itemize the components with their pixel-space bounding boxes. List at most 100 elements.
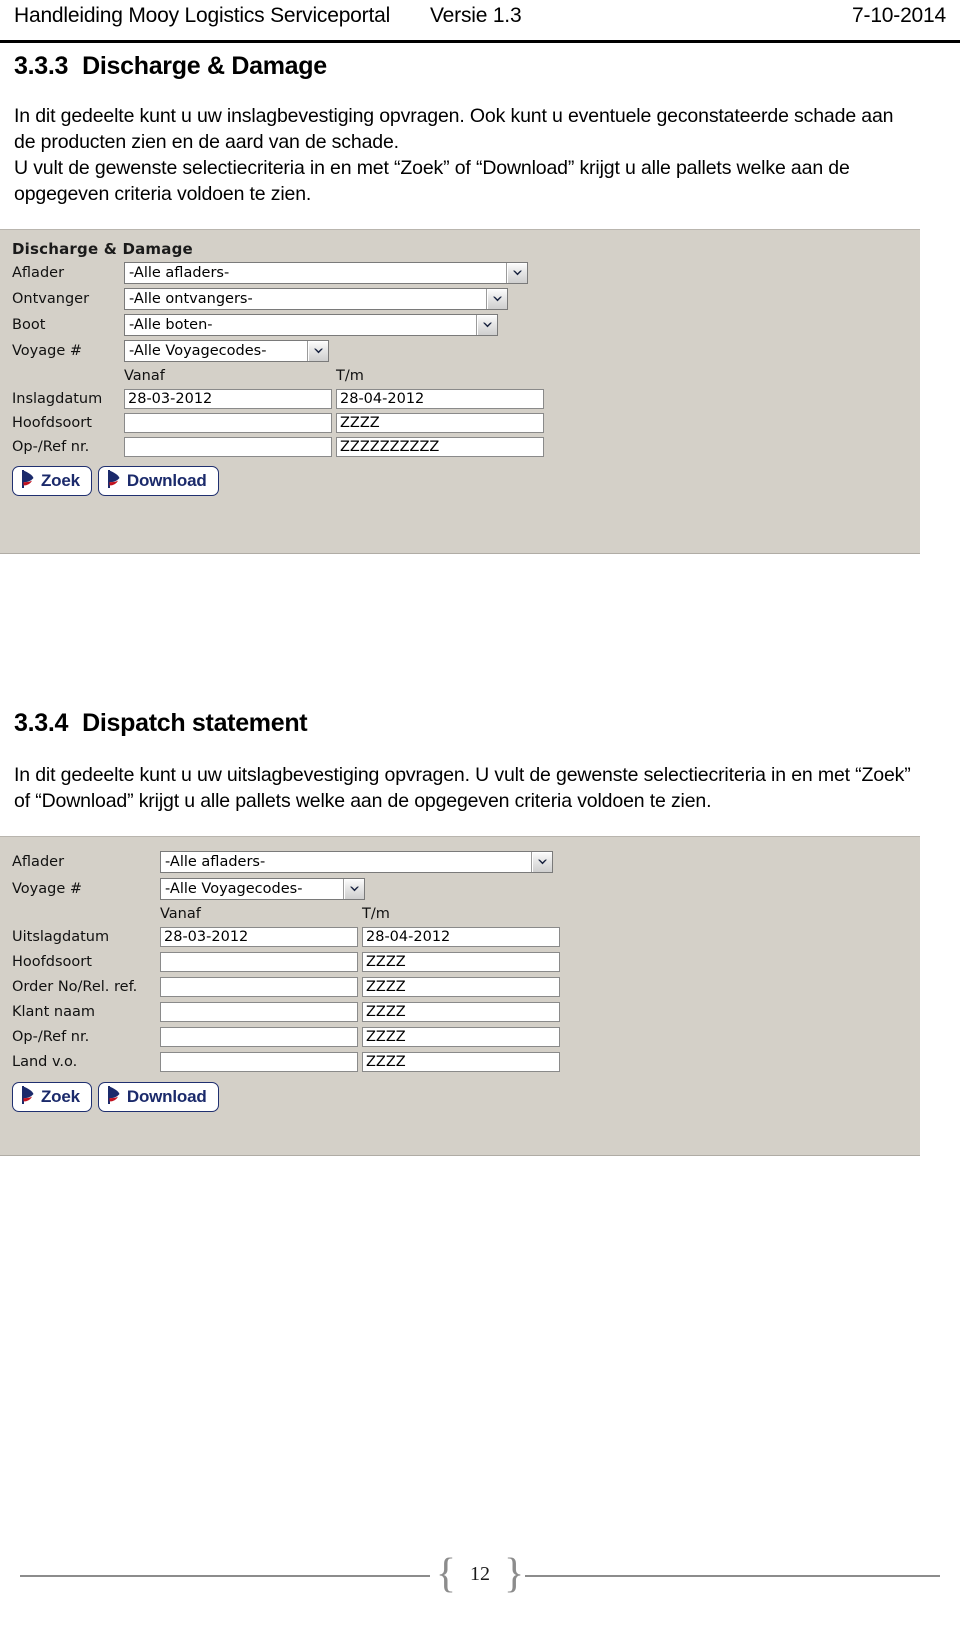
- select-voyage-dispatch-value: -Alle Voyagecodes-: [165, 881, 303, 897]
- header-title: Handleiding Mooy Logistics Serviceportal: [14, 4, 391, 27]
- dispatch-statement-form-screenshot: Aflader -Alle afladers- Voyage # -Alle V…: [0, 836, 920, 1156]
- chevron-down-icon[interactable]: [476, 315, 497, 335]
- select-aflader-dispatch[interactable]: -Alle afladers-: [160, 851, 553, 873]
- input-inslagdatum-from[interactable]: 28-03-2012: [124, 388, 332, 409]
- button-row-dispatch: Zoek Download: [12, 1082, 920, 1112]
- field-row-aflader-dispatch: Aflader -Alle afladers-: [12, 851, 920, 873]
- field-row-ontvanger: Ontvanger -Alle ontvangers-: [12, 288, 920, 310]
- input-orderno-to[interactable]: ZZZZ: [362, 976, 560, 997]
- download-button[interactable]: Download: [97, 1082, 219, 1112]
- label-hoofdsoort-dispatch: Hoofdsoort: [12, 953, 92, 970]
- page-number: 12: [470, 1562, 490, 1585]
- column-header-tm: T/m: [362, 906, 390, 922]
- section-number: 3.3.4: [14, 709, 69, 737]
- zoek-button-label: Zoek: [41, 471, 80, 490]
- label-opref-dispatch: Op-/Ref nr.: [12, 1028, 90, 1045]
- chevron-down-icon[interactable]: [486, 289, 507, 309]
- field-row-hoofdsoort-dispatch: Hoofdsoort ZZZZ: [12, 951, 920, 972]
- select-voyage-value: -Alle Voyagecodes-: [129, 343, 267, 359]
- download-button-label: Download: [126, 471, 207, 490]
- select-voyage-dispatch[interactable]: -Alle Voyagecodes-: [160, 878, 365, 900]
- section-334-paragraph-1: In dit gedeelte kunt u uw uitslagbevesti…: [14, 764, 911, 812]
- discharge-damage-form-screenshot: Discharge & Damage Aflader -Alle aflader…: [0, 229, 920, 554]
- field-row-voyage-dispatch: Voyage # -Alle Voyagecodes-: [12, 878, 920, 900]
- brace-right-icon: }: [504, 1551, 525, 1597]
- label-opref: Op-/Ref nr.: [12, 438, 90, 455]
- select-boot[interactable]: -Alle boten-: [124, 314, 498, 336]
- field-row-uitslagdatum: Uitslagdatum 28-03-2012 28-04-2012: [12, 926, 920, 947]
- section-number: 3.3.3: [14, 52, 69, 80]
- input-uitslagdatum-to[interactable]: 28-04-2012: [362, 926, 560, 947]
- input-opref-to[interactable]: ZZZZZZZZZZ: [336, 436, 544, 457]
- label-orderno: Order No/Rel. ref.: [12, 978, 138, 995]
- brace-left-icon: {: [435, 1551, 456, 1597]
- flag-icon: [20, 469, 36, 493]
- chevron-down-icon[interactable]: [531, 852, 552, 872]
- zoek-button-label: Zoek: [41, 1087, 80, 1106]
- section-heading-334: 3.3.4 Dispatch statement: [0, 709, 960, 738]
- label-voyage-dispatch: Voyage #: [12, 881, 83, 897]
- chevron-down-icon[interactable]: [506, 263, 527, 283]
- panel-title-discharge: Discharge & Damage: [12, 240, 193, 258]
- column-header-row-dispatch: Vanaf T/m: [12, 904, 920, 924]
- field-row-orderno: Order No/Rel. ref. ZZZZ: [12, 976, 920, 997]
- field-row-opref: Op-/Ref nr. ZZZZZZZZZZ: [12, 436, 920, 457]
- section-heading-333: 3.3.3 Discharge & Damage: [0, 52, 960, 81]
- select-aflader[interactable]: -Alle afladers-: [124, 262, 528, 284]
- input-inslagdatum-to[interactable]: 28-04-2012: [336, 388, 544, 409]
- label-ontvanger: Ontvanger: [12, 291, 90, 307]
- input-opref-dispatch-to[interactable]: ZZZZ: [362, 1026, 560, 1047]
- select-boot-value: -Alle boten-: [129, 317, 213, 333]
- select-aflader-value: -Alle afladers-: [129, 265, 230, 281]
- field-row-opref-dispatch: Op-/Ref nr. ZZZZ: [12, 1026, 920, 1047]
- flag-icon: [106, 469, 122, 493]
- select-voyage[interactable]: -Alle Voyagecodes-: [124, 340, 329, 362]
- section-333-paragraph-1: In dit gedeelte kunt u uw inslagbevestig…: [14, 105, 894, 153]
- input-orderno-from[interactable]: [160, 976, 358, 997]
- input-hoofdsoort-to[interactable]: ZZZZ: [336, 412, 544, 433]
- column-header-tm: T/m: [336, 368, 364, 384]
- button-row-discharge: Zoek Download: [12, 466, 920, 496]
- label-aflader: Aflader: [12, 265, 65, 281]
- label-voyage: Voyage #: [12, 343, 83, 359]
- column-header-vanaf: Vanaf: [124, 368, 165, 384]
- zoek-button[interactable]: Zoek: [12, 1082, 92, 1112]
- chevron-down-icon[interactable]: [343, 879, 364, 899]
- field-row-boot: Boot -Alle boten-: [12, 314, 920, 336]
- flag-icon: [20, 1085, 36, 1109]
- input-hoofdsoort-dispatch-to[interactable]: ZZZZ: [362, 951, 560, 972]
- section-333-paragraph-2: U vult de gewenste selectiecriteria in e…: [14, 157, 850, 205]
- field-row-inslagdatum: Inslagdatum 28-03-2012 28-04-2012: [12, 388, 920, 409]
- column-header-vanaf: Vanaf: [160, 906, 201, 922]
- select-aflader-dispatch-value: -Alle afladers-: [165, 854, 266, 870]
- select-ontvanger-value: -Alle ontvangers-: [129, 291, 253, 307]
- input-hoofdsoort-from[interactable]: [124, 412, 332, 433]
- label-hoofdsoort: Hoofdsoort: [12, 414, 92, 431]
- label-uitslagdatum: Uitslagdatum: [12, 928, 110, 945]
- label-inslagdatum: Inslagdatum: [12, 390, 103, 407]
- input-hoofdsoort-dispatch-from[interactable]: [160, 951, 358, 972]
- input-uitslagdatum-from[interactable]: 28-03-2012: [160, 926, 358, 947]
- input-klantnaam-to[interactable]: ZZZZ: [362, 1001, 560, 1022]
- page-number-group: { 12 }: [0, 1553, 960, 1595]
- chevron-down-icon[interactable]: [307, 341, 328, 361]
- field-row-voyage: Voyage # -Alle Voyagecodes-: [12, 340, 920, 362]
- section-title: Discharge & Damage: [82, 52, 327, 80]
- column-header-row-discharge: Vanaf T/m: [12, 366, 920, 386]
- select-ontvanger[interactable]: -Alle ontvangers-: [124, 288, 508, 310]
- header-version: Versie 1.3: [430, 4, 522, 27]
- page-body: 3.3.3 Discharge & Damage In dit gedeelte …: [0, 52, 960, 1156]
- label-boot: Boot: [12, 317, 46, 333]
- zoek-button[interactable]: Zoek: [12, 466, 92, 496]
- field-row-landvo: Land v.o. ZZZZ: [12, 1051, 920, 1072]
- document-footer: { 12 }: [0, 1523, 960, 1633]
- document-header: Handleiding Mooy Logistics Serviceportal…: [0, 0, 960, 40]
- input-landvo-to[interactable]: ZZZZ: [362, 1051, 560, 1072]
- input-landvo-from[interactable]: [160, 1051, 358, 1072]
- input-opref-dispatch-from[interactable]: [160, 1026, 358, 1047]
- input-opref-from[interactable]: [124, 436, 332, 457]
- input-klantnaam-from[interactable]: [160, 1001, 358, 1022]
- section-title: Dispatch statement: [82, 709, 308, 737]
- download-button[interactable]: Download: [97, 466, 219, 496]
- field-row-hoofdsoort: Hoofdsoort ZZZZ: [12, 412, 920, 433]
